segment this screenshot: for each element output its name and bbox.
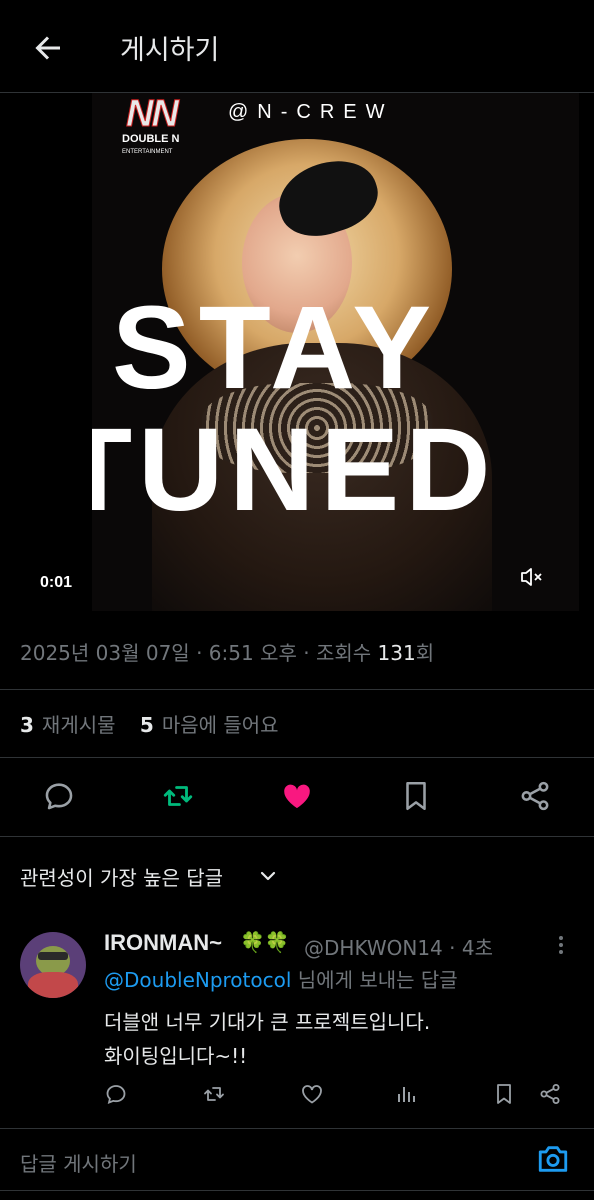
headline-stay: STAY	[112, 282, 440, 414]
replying-to-handle[interactable]: @DoubleNprotocol	[104, 968, 291, 992]
camera-icon[interactable]	[536, 1142, 570, 1176]
like-icon[interactable]	[280, 779, 314, 813]
page-title: 게시하기	[120, 35, 220, 66]
reply-text-line: 화이팅입니다~!!	[104, 1044, 248, 1068]
repost-icon[interactable]	[202, 1082, 226, 1106]
post-meta: 2025년 03월 07일 · 6:51 오후 · 조회수 131회	[20, 641, 435, 665]
top-bar	[0, 0, 594, 93]
divider	[0, 689, 594, 690]
engagement-stats: 3 재게시물 5 마음에 들어요	[20, 709, 279, 738]
bookmark-icon[interactable]	[399, 779, 433, 813]
repost-icon[interactable]	[161, 779, 195, 813]
divider	[0, 836, 594, 837]
avatar[interactable]	[20, 932, 86, 998]
post-video[interactable]: NN DOUBLE N ENTERTAINMENT @N-CREW STAY T…	[92, 93, 579, 611]
reply-icon[interactable]	[104, 1082, 128, 1106]
reply-compose-input[interactable]: 답글 게시하기	[20, 1148, 137, 1177]
reply-sort-selector[interactable]: 관련성이 가장 높은 답글	[20, 862, 223, 891]
chevron-down-icon[interactable]	[258, 866, 278, 886]
reply-icon[interactable]	[42, 779, 76, 813]
headline-tuned: TUNED	[92, 404, 497, 536]
replying-to: @DoubleNprotocol 님에게 보내는 답글	[104, 968, 458, 992]
brand-logo: NN DOUBLE N ENTERTAINMENT	[122, 93, 180, 155]
reply-author-name[interactable]: IRONMAN~	[104, 930, 222, 956]
crew-handle-text: @N-CREW	[228, 101, 394, 123]
divider	[0, 757, 594, 758]
share-icon[interactable]	[538, 1082, 562, 1106]
like-icon[interactable]	[300, 1082, 324, 1106]
reply-author-handle[interactable]: @DHKWON14 · 4초	[304, 932, 493, 961]
mute-icon[interactable]	[520, 566, 544, 588]
views-icon[interactable]	[394, 1082, 418, 1106]
reply-text-line: 더블앤 너무 기대가 큰 프로젝트입니다.	[104, 1010, 431, 1034]
reposts-link[interactable]: 3 재게시물	[20, 713, 116, 737]
back-arrow-icon[interactable]	[30, 30, 66, 66]
divider	[0, 1190, 594, 1191]
likes-link[interactable]: 5 마음에 들어요	[140, 713, 279, 737]
bookmark-icon[interactable]	[492, 1082, 516, 1106]
video-timecode: 0:01	[40, 574, 73, 591]
reply-author-emoji: 🍀🍀	[240, 930, 290, 954]
share-icon[interactable]	[518, 779, 552, 813]
divider	[0, 1128, 594, 1129]
more-options-icon[interactable]	[556, 934, 566, 956]
